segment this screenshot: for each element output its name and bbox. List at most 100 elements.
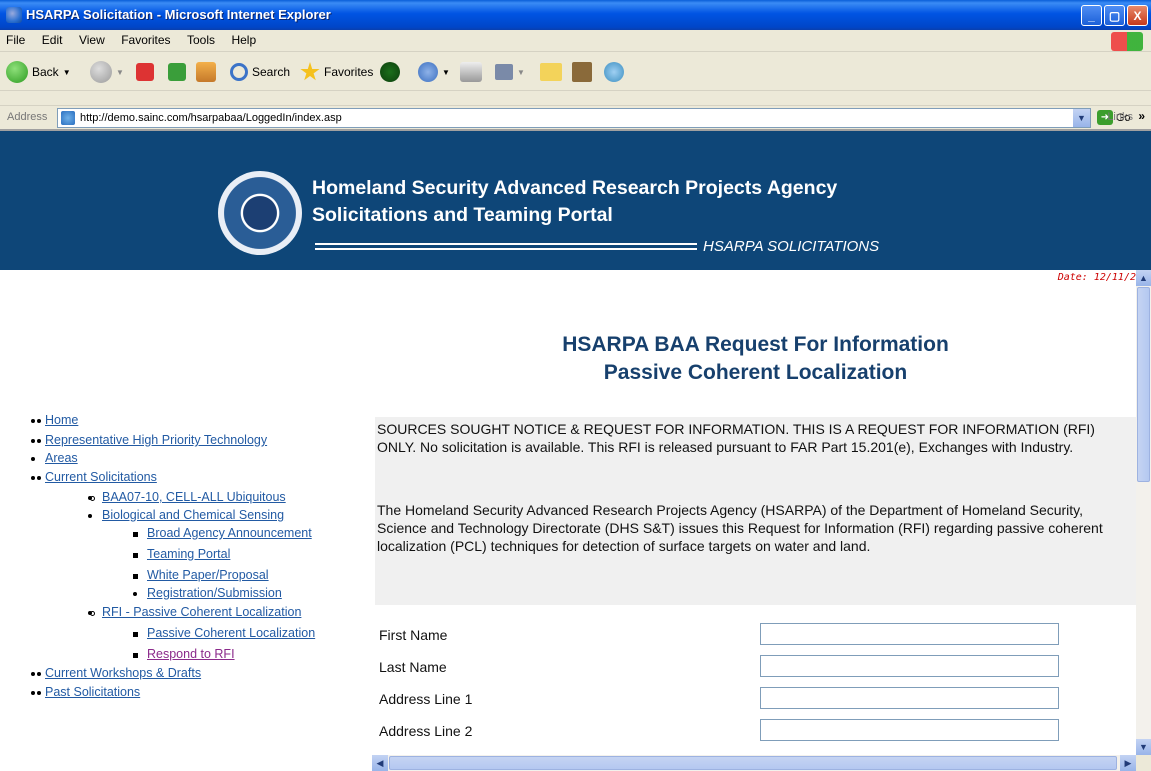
menu-view[interactable]: View [73, 30, 111, 47]
horizontal-scrollbar[interactable]: ◀ ▶ [372, 755, 1136, 771]
search-label: Search [252, 65, 291, 79]
address-dropdown-icon[interactable]: ▼ [1073, 109, 1090, 127]
vertical-scrollbar[interactable]: ▲ ▼ [1136, 270, 1151, 755]
address-bar: Address http://demo.sainc.com/hsarpabaa/… [0, 105, 1151, 130]
link-workshops[interactable]: Current Workshops & Drafts [45, 666, 201, 680]
vertical-scroll-thumb[interactable] [1137, 287, 1150, 482]
address-line-2-field[interactable] [760, 719, 1059, 741]
links-button[interactable]: Links » [1107, 109, 1145, 123]
banner-tagline: HSARPA SOLICITATIONS [703, 238, 880, 255]
scroll-down-icon[interactable]: ▼ [1136, 739, 1151, 755]
chevron-right-icon: » [1138, 109, 1145, 123]
banner-portal-title: Solicitations and Teaming Portal [312, 204, 613, 226]
banner-agency-title: Homeland Security Advanced Research Proj… [312, 177, 838, 199]
sidebar-item-broad-agency: Broad Agency Announcement [147, 526, 312, 540]
back-arrow-icon [6, 61, 28, 83]
close-button[interactable]: X [1127, 5, 1148, 26]
links-label: Links [1107, 111, 1133, 123]
sidebar-item-past-solicitations: Past Solicitations [45, 685, 140, 699]
scroll-left-icon[interactable]: ◀ [372, 755, 388, 771]
menu-file[interactable]: File [0, 30, 31, 47]
research-button[interactable] [572, 60, 592, 84]
last-name-field[interactable] [760, 655, 1059, 677]
link-pcl[interactable]: Passive Coherent Localization [147, 626, 315, 640]
link-white-paper[interactable]: White Paper/Proposal [147, 568, 269, 582]
dhs-seal-logo [218, 171, 302, 255]
last-name-label: Last Name [379, 659, 447, 675]
sidebar-item-baa-line2: Biological and Chemical Sensing [102, 508, 284, 522]
link-baa-cont[interactable]: Biological and Chemical Sensing [102, 508, 284, 522]
favorites-button[interactable]: Favorites [300, 60, 373, 84]
refresh-button[interactable] [168, 60, 186, 84]
sidebar-item-priority-areas-line2: Areas [45, 451, 78, 465]
scroll-right-icon[interactable]: ▶ [1120, 755, 1136, 771]
main-content: Date: 12/11/2 HSARPA BAA Request For Inf… [375, 270, 1136, 770]
folder-icon [540, 63, 562, 81]
page-subtitle: Passive Coherent Localization [603, 361, 908, 384]
notice-paragraph-2: The Homeland Security Advanced Research … [377, 502, 1103, 554]
print-button[interactable] [460, 60, 482, 84]
link-home[interactable]: Home [45, 413, 78, 427]
menu-bar: File Edit View Favorites Tools Help [0, 30, 1151, 52]
bullet-icon [37, 439, 41, 443]
back-label: Back [32, 65, 59, 79]
stop-button[interactable] [136, 60, 154, 84]
scroll-up-icon[interactable]: ▲ [1136, 270, 1151, 286]
menu-tools[interactable]: Tools [181, 30, 221, 47]
link-teaming-portal[interactable]: Teaming Portal [147, 547, 230, 561]
page-icon [61, 111, 75, 125]
ie-logo-icon [6, 7, 22, 23]
minimize-button[interactable]: _ [1081, 5, 1102, 26]
home-button[interactable] [196, 60, 216, 84]
page-title: HSARPA BAA Request For Information [562, 333, 949, 356]
address-label: Address [7, 111, 48, 123]
link-baa[interactable]: BAA07-10, CELL-ALL Ubiquitous [102, 490, 286, 504]
horizontal-scroll-thumb[interactable] [389, 756, 1117, 770]
menu-edit[interactable]: Edit [36, 30, 69, 47]
dropdown-arrow-icon: ▼ [62, 67, 71, 77]
link-past-solicitations[interactable]: Past Solicitations [45, 685, 140, 699]
sidebar-item-pcl: Passive Coherent Localization [147, 626, 315, 640]
back-button[interactable]: Back ▼ [6, 60, 71, 84]
sidebar-item-white-paper-line2: Registration/Submission [147, 586, 282, 600]
print-icon [460, 62, 482, 82]
research-icon [572, 62, 592, 82]
messenger-icon [604, 62, 624, 82]
banner-rule [315, 243, 697, 250]
link-respond-rfi[interactable]: Respond to RFI [147, 647, 235, 661]
mail-button[interactable]: ▼ [418, 60, 450, 84]
page-viewport: Homeland Security Advanced Research Proj… [0, 129, 1151, 771]
page-banner: Homeland Security Advanced Research Proj… [0, 131, 1151, 270]
link-broad-agency[interactable]: Broad Agency Announcement [147, 526, 312, 540]
link-priority-areas-cont[interactable]: Areas [45, 451, 78, 465]
link-current-solicitations[interactable]: Current Solicitations [45, 470, 157, 484]
window-titlebar: HSARPA Solicitation - Microsoft Internet… [0, 0, 1151, 30]
address-line-1-field[interactable] [760, 687, 1059, 709]
bullet-icon [37, 691, 41, 695]
sidebar-item-teaming-portal: Teaming Portal [147, 547, 230, 561]
forward-button[interactable]: ▼ [90, 60, 124, 84]
favorites-star-icon [300, 62, 320, 81]
bullet-icon [37, 419, 41, 423]
first-name-label: First Name [379, 627, 448, 643]
search-icon [230, 63, 248, 81]
maximize-button[interactable]: ▢ [1104, 5, 1125, 26]
menu-help[interactable]: Help [225, 30, 262, 47]
first-name-field[interactable] [760, 623, 1059, 645]
edit-button[interactable]: ▼ [495, 60, 525, 84]
link-white-paper-cont[interactable]: Registration/Submission [147, 586, 282, 600]
discuss-button[interactable] [540, 60, 562, 84]
messenger-button[interactable] [604, 60, 624, 84]
dropdown-arrow-icon: ▼ [116, 67, 124, 77]
address-input[interactable]: http://demo.sainc.com/hsarpabaa/LoggedIn… [57, 108, 1091, 128]
forward-arrow-icon [90, 61, 112, 83]
dropdown-arrow-icon: ▼ [442, 67, 450, 77]
sidebar-nav: Home Representative High Priority Techno… [0, 270, 372, 770]
link-priority-areas[interactable]: Representative High Priority Technology [45, 433, 267, 447]
search-button[interactable]: Search [230, 60, 290, 84]
link-rfi[interactable]: RFI - Passive Coherent Localization [102, 605, 301, 619]
refresh-icon [168, 63, 186, 81]
media-button[interactable] [380, 60, 400, 84]
sidebar-item-home: Home [45, 413, 78, 427]
menu-favorites[interactable]: Favorites [115, 30, 176, 47]
